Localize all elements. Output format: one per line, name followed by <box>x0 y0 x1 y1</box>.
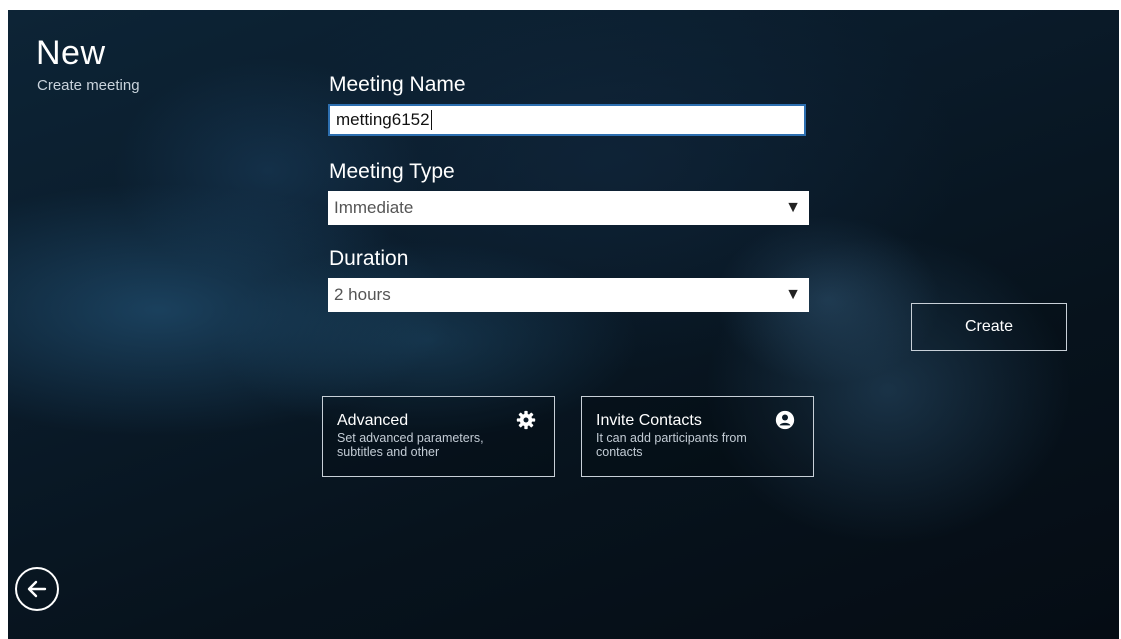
page-title: New <box>36 34 106 72</box>
arrow-left-icon <box>27 580 47 598</box>
duration-value: 2 hours <box>334 285 391 304</box>
invite-contacts-card-title: Invite Contacts <box>596 412 702 429</box>
meeting-type-value: Immediate <box>334 198 414 217</box>
advanced-card-title: Advanced <box>337 412 409 429</box>
app-screen: New Create meeting Meeting Name metting6… <box>8 10 1119 639</box>
text-caret <box>430 110 432 130</box>
meeting-name-value: metting6152 <box>336 110 430 129</box>
advanced-card-description: Set advanced parameters, subtitles and o… <box>337 431 484 459</box>
dropdown-arrow-icon: ▼ <box>785 199 801 216</box>
duration-select[interactable]: 2 hours ▼ <box>328 278 809 312</box>
page-subtitle: Create meeting <box>37 77 140 94</box>
invite-contacts-card-description: It can add participants from contacts <box>596 431 747 459</box>
meeting-name-label: Meeting Name <box>329 73 466 96</box>
meeting-name-input[interactable]: metting6152 <box>328 104 806 136</box>
advanced-card[interactable]: Advanced Set advanced parameters, subtit… <box>322 396 555 477</box>
user-circle-icon <box>775 410 795 430</box>
back-button[interactable] <box>15 567 59 611</box>
meeting-type-select[interactable]: Immediate ▼ <box>328 191 809 225</box>
invite-contacts-card[interactable]: Invite Contacts It can add participants … <box>581 396 814 477</box>
gear-icon <box>516 410 536 430</box>
create-button[interactable]: Create <box>911 303 1067 351</box>
duration-label: Duration <box>329 247 409 270</box>
meeting-type-label: Meeting Type <box>329 160 455 183</box>
dropdown-arrow-icon: ▼ <box>785 286 801 303</box>
